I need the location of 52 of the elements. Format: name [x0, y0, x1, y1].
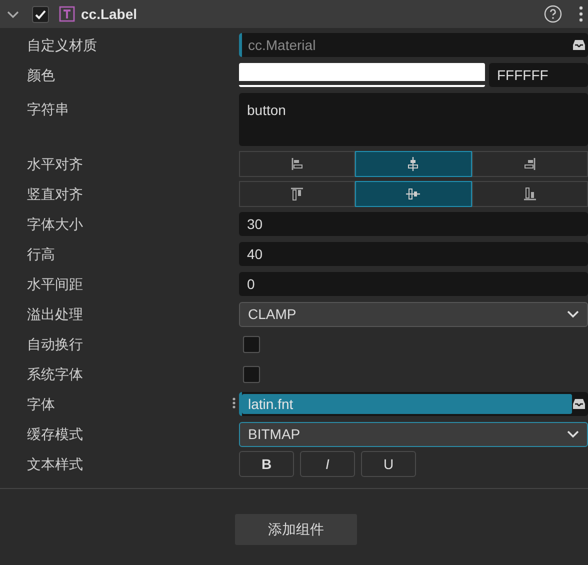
inbox-icon[interactable] — [572, 397, 586, 411]
segment-button[interactable] — [355, 181, 472, 207]
hex-field[interactable]: FFFFFF — [489, 63, 588, 87]
property-label: 自定义材质 — [27, 36, 97, 52]
asset-field[interactable]: latin.fnt — [239, 392, 588, 416]
checkbox[interactable] — [243, 336, 260, 352]
property-label: 文本样式 — [27, 456, 83, 472]
align-middle-icon — [406, 187, 420, 201]
text-area[interactable]: button — [239, 93, 588, 146]
component-title: cc.Label — [81, 4, 138, 24]
color-swatch[interactable] — [239, 63, 485, 87]
help-icon[interactable] — [544, 5, 562, 23]
align-bottom-icon — [522, 187, 537, 201]
segment-button[interactable] — [239, 181, 356, 207]
number-field[interactable]: 30 — [239, 212, 588, 236]
property-label: 颜色 — [27, 66, 55, 82]
style-toggle-button[interactable]: B — [239, 451, 294, 477]
checkbox[interactable] — [243, 366, 260, 382]
style-toggle-button[interactable]: I — [300, 451, 355, 477]
inbox-icon[interactable] — [572, 38, 586, 52]
number-field[interactable]: 0 — [239, 272, 588, 296]
property-label: 系统字体 — [27, 366, 83, 382]
more-menu-icon[interactable] — [578, 5, 584, 23]
segment-button[interactable] — [472, 181, 588, 207]
dropdown[interactable]: CLAMP — [239, 302, 588, 326]
style-toggle-button[interactable]: U — [361, 451, 416, 477]
chevron-icon — [567, 310, 579, 318]
align-top-icon — [290, 187, 304, 201]
align-left-icon — [290, 157, 304, 171]
property-label: 字体大小 — [27, 216, 83, 232]
property-label: 字体 — [27, 396, 55, 412]
number-field[interactable]: 40 — [239, 242, 588, 266]
property-label: 字符串 — [27, 101, 69, 117]
property-label: 行高 — [27, 246, 55, 262]
drag-handle-icon[interactable] — [232, 396, 236, 408]
property-label: 溢出处理 — [27, 306, 83, 322]
align-right-icon — [522, 157, 537, 171]
enable-checkbox[interactable] — [32, 6, 49, 22]
segment-button[interactable] — [472, 151, 588, 177]
segment-button[interactable] — [355, 151, 472, 177]
property-label: 水平对齐 — [27, 156, 83, 172]
asset-field[interactable]: cc.Material — [239, 33, 588, 57]
chevron-icon — [567, 430, 579, 438]
property-label: 水平间距 — [27, 276, 83, 292]
dropdown[interactable]: BITMAP — [239, 422, 588, 446]
segment-button[interactable] — [239, 151, 356, 177]
text-component-icon — [59, 6, 75, 22]
property-label: 自动换行 — [27, 336, 83, 352]
add-component-button[interactable]: 添加组件 — [235, 514, 357, 545]
align-center-icon — [406, 157, 420, 171]
property-label: 竖直对齐 — [27, 186, 83, 202]
property-label: 缓存模式 — [27, 426, 83, 442]
